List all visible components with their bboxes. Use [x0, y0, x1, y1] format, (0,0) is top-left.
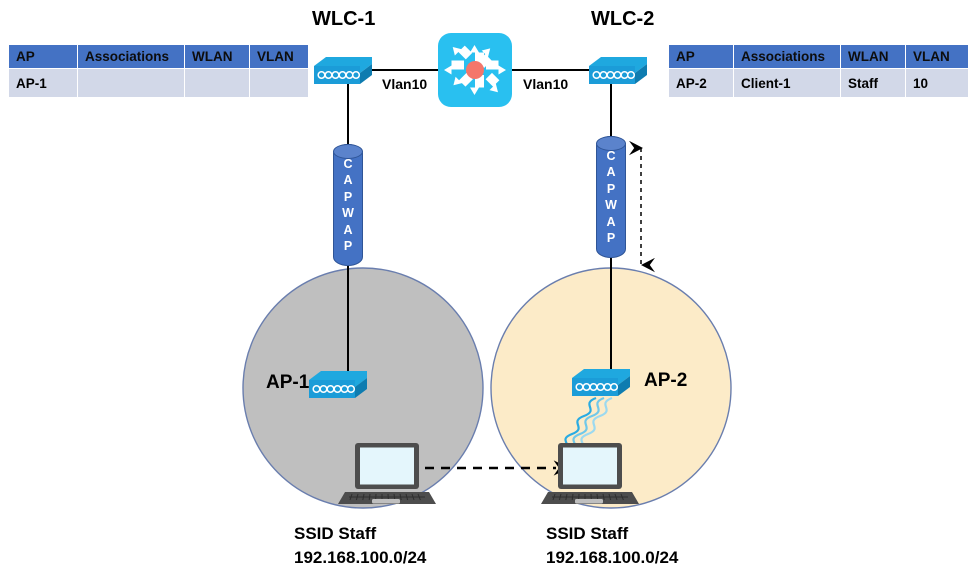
vlan-label-right: Vlan10 — [523, 76, 569, 92]
ap1-label: AP-1 — [266, 372, 310, 393]
capwap-letter: P — [606, 231, 616, 245]
cell-wlan — [184, 68, 250, 98]
vlan-label-left: Vlan10 — [382, 76, 428, 92]
column-header-vlan: VLAN — [905, 44, 969, 69]
subnet-right: 192.168.100.0/24 — [546, 548, 679, 567]
wlc-controller-icon-1 — [314, 57, 372, 84]
capwap-letter: C — [606, 148, 616, 163]
ap1-association-table: AP Associations WLAN VLAN AP-1 — [8, 44, 309, 98]
cell-vlan: 10 — [905, 68, 969, 98]
cell-vlan — [249, 68, 309, 98]
coverage-right-caption: SSID Staff 192.168.100.0/24 — [546, 522, 678, 570]
column-header-wlan: WLAN — [184, 44, 250, 69]
cell-wlan: Staff — [840, 68, 906, 98]
ap2-label: AP-2 — [644, 370, 688, 391]
capwap-letter: C — [343, 156, 353, 171]
cell-ap: AP-2 — [668, 68, 734, 98]
subnet-left: 192.168.100.0/24 — [294, 548, 427, 567]
coverage-left-caption: SSID Staff 192.168.100.0/24 — [294, 522, 426, 570]
access-point-icon-1 — [309, 371, 367, 398]
table-row: AP-2 Client-1 Staff 10 — [668, 68, 969, 98]
wlc-controller-icon-2 — [589, 57, 647, 84]
capwap-label-right: C A P W A P — [605, 148, 617, 247]
cell-associations: Client-1 — [733, 68, 841, 98]
cell-ap: AP-1 — [8, 68, 78, 98]
capwap-tunnel-left: C A P W A P — [333, 144, 363, 266]
ssid-right: SSID Staff — [546, 524, 629, 543]
capwap-letter: W — [605, 198, 617, 212]
capwap-letter: A — [343, 173, 353, 187]
table-header-row: AP Associations WLAN VLAN — [668, 44, 969, 69]
column-header-associations: Associations — [733, 44, 841, 69]
capwap-letter: A — [606, 165, 616, 179]
ap2-association-table: AP Associations WLAN VLAN AP-2 Client-1 … — [668, 44, 969, 98]
capwap-letter: W — [342, 206, 354, 220]
column-header-ap: AP — [8, 44, 78, 69]
column-header-associations: Associations — [77, 44, 185, 69]
column-header-wlan: WLAN — [840, 44, 906, 69]
multilayer-switch-icon — [438, 33, 512, 107]
cell-associations — [77, 68, 185, 98]
capwap-letter: A — [343, 222, 353, 237]
wlc1-label: WLC-1 — [312, 8, 376, 30]
capwap-letter: P — [343, 189, 353, 204]
table-row: AP-1 — [8, 68, 309, 98]
table-header-row: AP Associations WLAN VLAN — [8, 44, 309, 69]
capwap-letter: P — [343, 239, 353, 253]
capwap-letter: P — [606, 181, 616, 196]
capwap-letter: A — [606, 214, 616, 229]
access-point-icon-2 — [572, 369, 630, 396]
column-header-vlan: VLAN — [249, 44, 309, 69]
wlc2-label: WLC-2 — [591, 8, 655, 30]
capwap-tunnel-right: C A P W A P — [596, 136, 626, 258]
column-header-ap: AP — [668, 44, 734, 69]
capwap-label-left: C A P W A P — [342, 156, 354, 255]
ssid-left: SSID Staff — [294, 524, 377, 543]
